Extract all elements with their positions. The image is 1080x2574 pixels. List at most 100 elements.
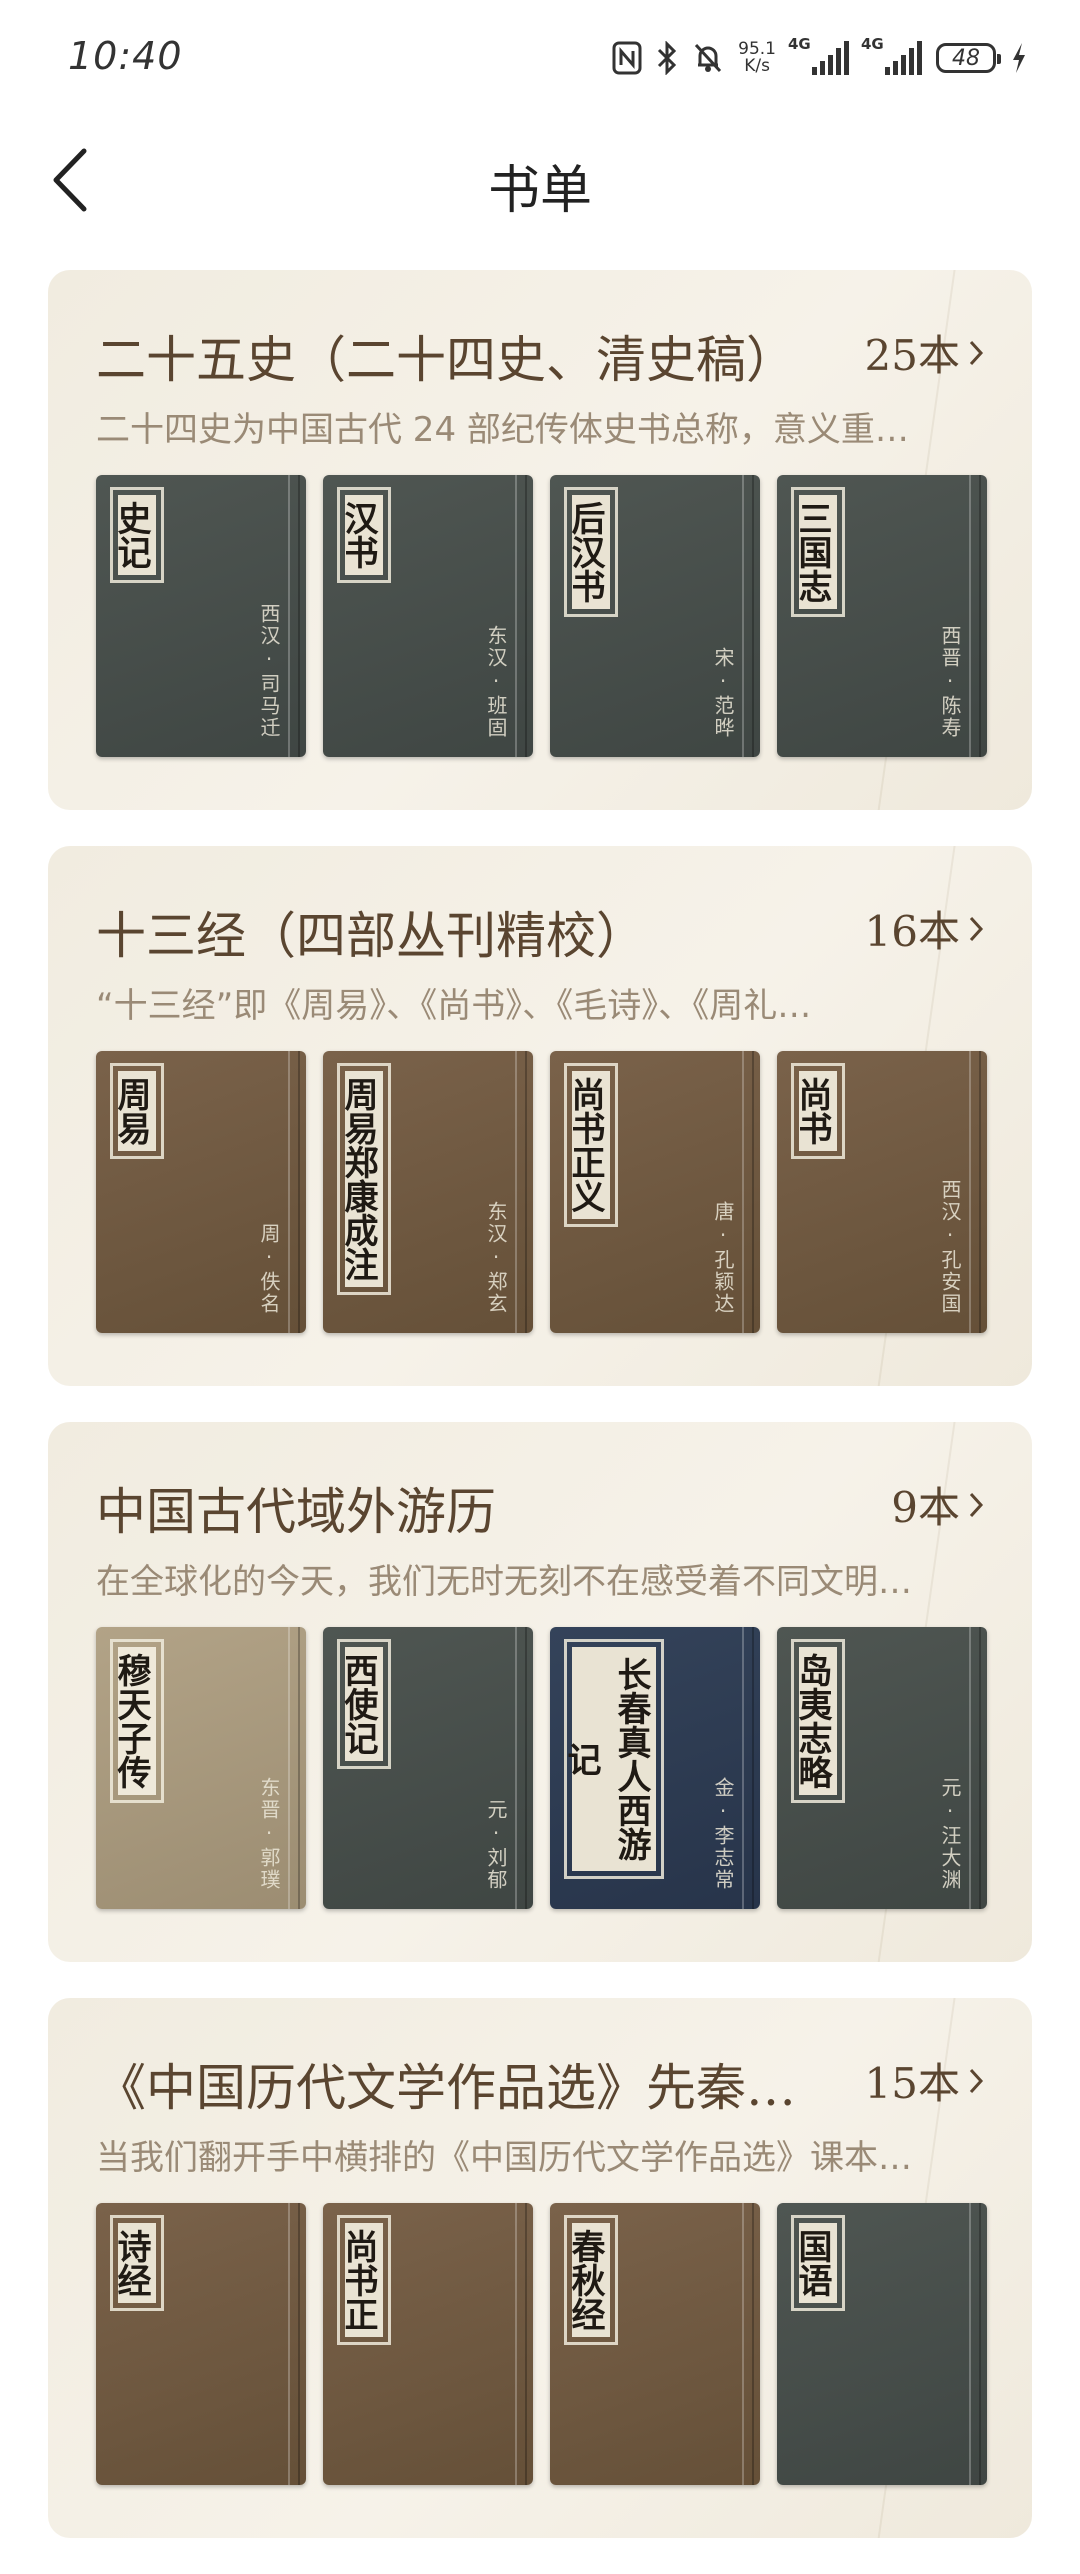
book-title-label: 史记: [110, 487, 164, 583]
book-cover[interactable]: 诗经: [96, 2203, 306, 2485]
charging-icon: [1010, 41, 1028, 75]
book-cover[interactable]: 周易郑康成注 东汉·郑玄: [323, 1051, 533, 1333]
book-title: 尚书: [792, 1071, 837, 1151]
book-cover[interactable]: 国语: [777, 2203, 987, 2485]
book-cover[interactable]: 西使记 元·刘郁: [323, 1627, 533, 1909]
booklist-count[interactable]: 16本: [865, 898, 984, 959]
book-cover[interactable]: 尚书正义 唐·孔颖达: [550, 1051, 760, 1333]
book-author: 西汉·司马迁: [257, 603, 281, 739]
booklist-title: 二十五史（二十四史、清史稿）: [96, 331, 796, 389]
book-row: 诗经 尚书正 春秋经 国语: [96, 2203, 987, 2485]
book-title-label: 国语: [791, 2215, 845, 2311]
book-author: 宋·范晔: [711, 647, 735, 739]
book-title: 岛夷志略: [792, 1647, 837, 1795]
book-author: 东汉·班固: [484, 625, 508, 739]
book-cover[interactable]: 春秋经: [550, 2203, 760, 2485]
book-title-label: 周易: [110, 1063, 164, 1159]
book-title: 周易: [111, 1071, 156, 1151]
book-title-label: 周易郑康成注: [337, 1063, 391, 1295]
booklist-card[interactable]: 二十五史（二十四史、清史稿） 25本 二十四史为中国古代 24 部纪传体史书总称…: [48, 270, 1032, 810]
book-author: 东汉·郑玄: [484, 1201, 508, 1315]
chevron-right-icon: [969, 916, 984, 941]
book-cover[interactable]: 后汉书 宋·范晔: [550, 475, 760, 757]
book-cover[interactable]: 三国志 西晋·陈寿: [777, 475, 987, 757]
booklist-title: 十三经（四部丛刊精校）: [96, 907, 646, 965]
battery-level: 48: [952, 45, 980, 71]
sim1-network-tag: 4G: [788, 35, 811, 53]
book-cover[interactable]: 穆天子传 东晋·郭璞: [96, 1627, 306, 1909]
book-title: 史记: [111, 495, 156, 575]
book-title: 西使记: [338, 1647, 383, 1761]
book-title-label: 三国志: [791, 487, 845, 617]
booklist-count-text: 16本: [864, 907, 960, 956]
chevron-right-icon: [969, 340, 984, 365]
book-title: 周易郑康成注: [338, 1071, 383, 1287]
booklist-cards: 二十五史（二十四史、清史稿） 25本 二十四史为中国古代 24 部纪传体史书总称…: [48, 270, 1032, 2574]
battery-indicator: 48: [936, 43, 1001, 73]
booklist-description: 在全球化的今天，我们无时无刻不在感受着不同文明…: [96, 1562, 912, 1602]
booklist-title: 《中国历代文学作品选》先秦部…: [96, 2059, 796, 2117]
book-title: 诗经: [111, 2223, 156, 2303]
network-speed: 95.1 K/s: [738, 41, 776, 75]
status-time: 10:40: [68, 34, 183, 78]
book-cover[interactable]: 汉书 东汉·班固: [323, 475, 533, 757]
booklist-description: 二十四史为中国古代 24 部纪传体史书总称，意义重…: [96, 410, 909, 450]
book-author: 东晋·郭璞: [257, 1777, 281, 1891]
status-bar: 10:40 95.1 K/s 4G 4G 48: [0, 0, 1080, 120]
book-title: 汉书: [338, 495, 383, 575]
book-title-label: 穆天子传: [110, 1639, 164, 1803]
booklist-description: “十三经”即《周易》、《尚书》、《毛诗》、《周礼…: [96, 986, 812, 1026]
book-title-label: 长春真人西游记: [561, 1639, 664, 1879]
book-cover[interactable]: 尚书 西汉·孔安国: [777, 1051, 987, 1333]
booklist-card[interactable]: 十三经（四部丛刊精校） 16本 “十三经”即《周易》、《尚书》、《毛诗》、《周礼…: [48, 846, 1032, 1386]
status-icons: 95.1 K/s 4G 4G 48: [612, 34, 1028, 82]
book-title: 国语: [792, 2223, 837, 2303]
book-cover[interactable]: 周易 周·佚名: [96, 1051, 306, 1333]
book-title-label: 春秋经: [564, 2215, 618, 2345]
book-title: 春秋经: [565, 2223, 610, 2337]
booklist-count[interactable]: 25本: [865, 322, 984, 383]
book-cover[interactable]: 岛夷志略 元·汪大渊: [777, 1627, 987, 1909]
chevron-right-icon: [969, 1492, 984, 1517]
sim2-network-tag: 4G: [861, 35, 884, 53]
booklist-count[interactable]: 15本: [865, 2050, 984, 2111]
book-author: 金·李志常: [711, 1777, 735, 1891]
book-author: 周·佚名: [257, 1223, 281, 1315]
chevron-right-icon: [969, 2068, 984, 2093]
book-cover[interactable]: 尚书正: [323, 2203, 533, 2485]
book-cover[interactable]: 史记 西汉·司马迁: [96, 475, 306, 757]
booklist-card[interactable]: 《中国历代文学作品选》先秦部… 15本 当我们翻开手中横排的《中国历代文学作品选…: [48, 1998, 1032, 2538]
book-row: 穆天子传 东晋·郭璞 西使记 元·刘郁 长春真人西游记 金·李志常 岛夷志略 元…: [96, 1627, 987, 1909]
header-bar: 书单: [0, 120, 1080, 240]
booklist-count-text: 9本: [891, 1483, 960, 1532]
booklist-count[interactable]: 9本: [891, 1474, 984, 1535]
book-title: 穆天子传: [111, 1647, 156, 1795]
book-author: 西晋·陈寿: [938, 625, 962, 739]
book-title-label: 岛夷志略: [791, 1639, 845, 1803]
book-row: 周易 周·佚名 周易郑康成注 东汉·郑玄 尚书正义 唐·孔颖达 尚书 西汉·孔安…: [96, 1051, 987, 1333]
bell-muted-icon: [692, 41, 724, 75]
book-title-label: 尚书正: [337, 2215, 391, 2345]
book-author: 元·汪大渊: [938, 1777, 962, 1891]
book-title-label: 尚书: [791, 1063, 845, 1159]
book-title-label: 西使记: [337, 1639, 391, 1769]
book-title-label: 汉书: [337, 487, 391, 583]
book-row: 史记 西汉·司马迁 汉书 东汉·班固 后汉书 宋·范晔 三国志 西晋·陈寿: [96, 475, 987, 757]
book-title: 尚书正: [338, 2223, 383, 2337]
booklist-count-text: 15本: [864, 2059, 960, 2108]
book-author: 元·刘郁: [484, 1799, 508, 1891]
booklist-card[interactable]: 中国古代域外游历 9本 在全球化的今天，我们无时无刻不在感受着不同文明… 穆天子…: [48, 1422, 1032, 1962]
nfc-icon: [612, 41, 642, 75]
book-title-label: 后汉书: [564, 487, 618, 617]
bluetooth-icon: [656, 41, 678, 75]
book-author: 唐·孔颖达: [711, 1201, 735, 1315]
booklist-description: 当我们翻开手中横排的《中国历代文学作品选》课本…: [96, 2138, 912, 2178]
book-cover[interactable]: 长春真人西游记 金·李志常: [550, 1627, 760, 1909]
book-title: 长春真人西游记: [561, 1647, 656, 1871]
signal-sim1-icon: 4G: [788, 35, 849, 75]
net-speed-unit: K/s: [744, 56, 770, 76]
book-title: 三国志: [792, 495, 837, 609]
book-title-label: 诗经: [110, 2215, 164, 2311]
book-author: 西汉·孔安国: [938, 1179, 962, 1315]
book-title: 尚书正义: [565, 1071, 610, 1219]
